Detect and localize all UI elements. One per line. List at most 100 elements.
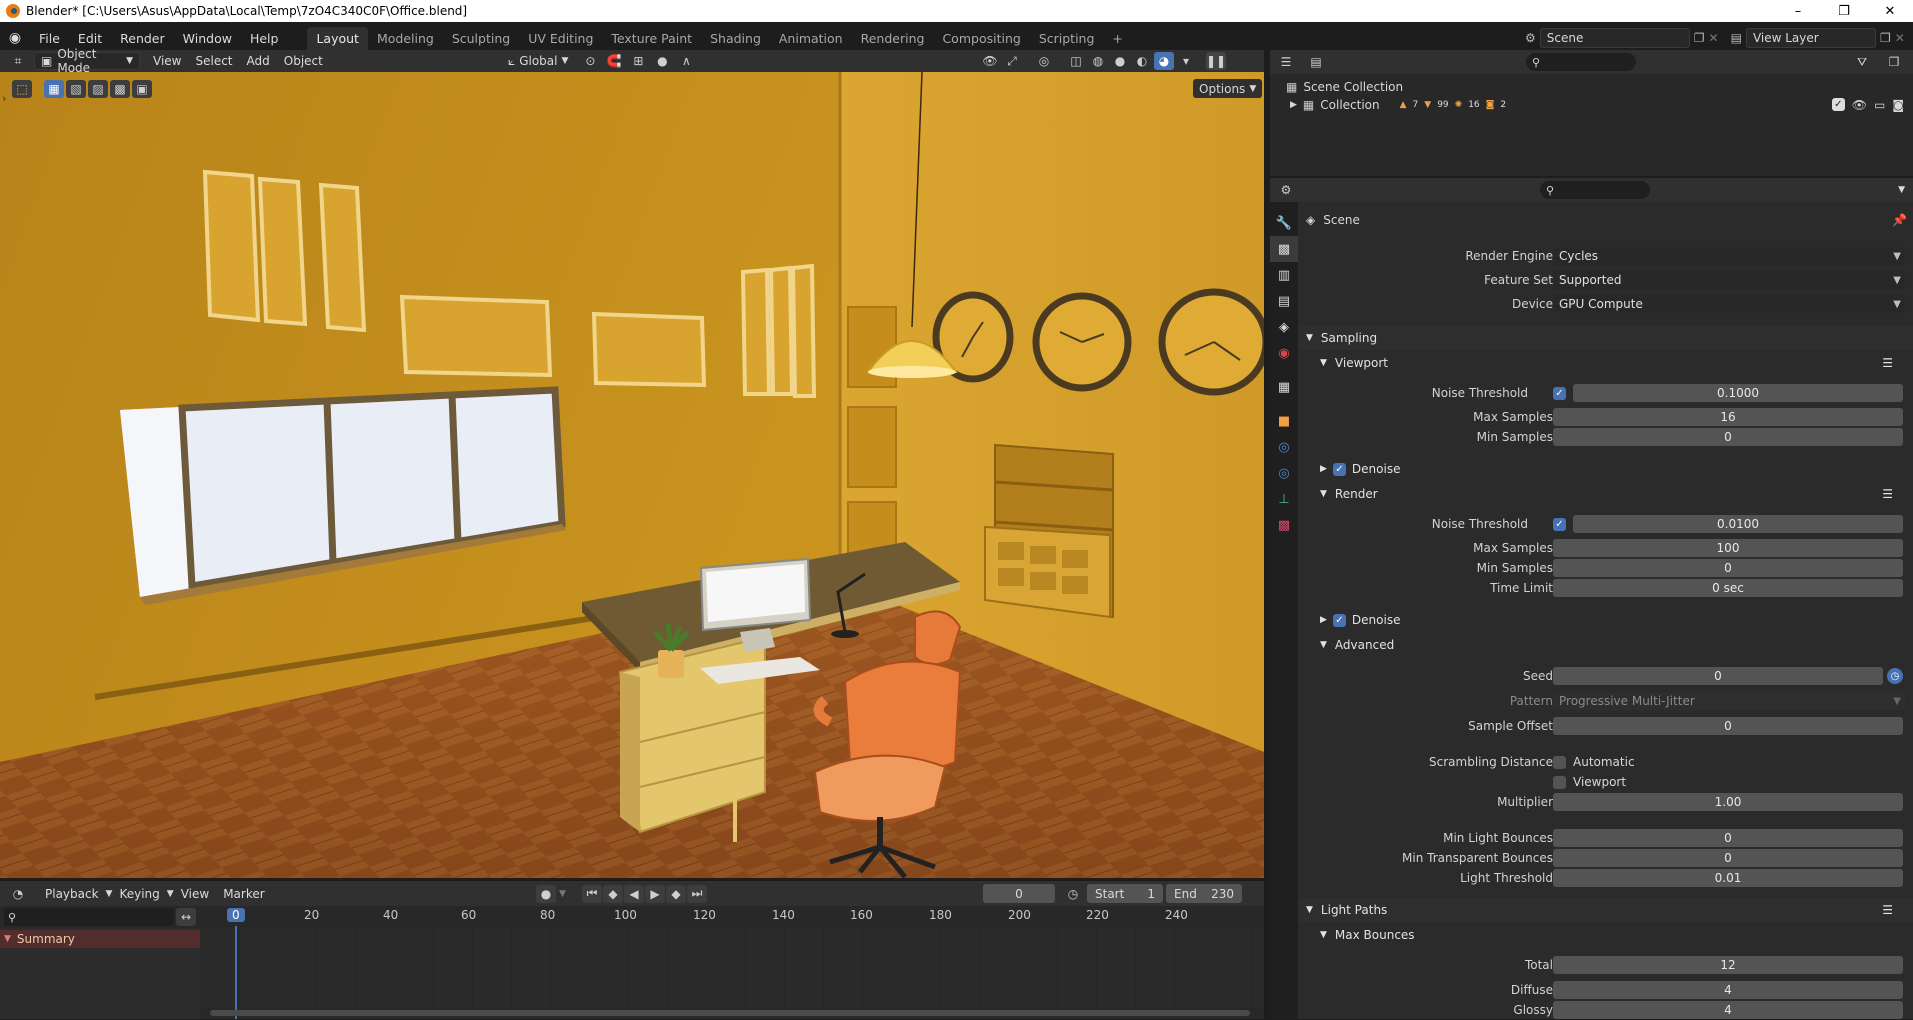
- r-min-samples-field[interactable]: 0: [1553, 559, 1903, 577]
- tab-compositing[interactable]: Compositing: [933, 27, 1029, 50]
- clock-icon[interactable]: ◷: [1887, 668, 1903, 684]
- menu-help[interactable]: Help: [241, 31, 288, 46]
- collection-tab-icon[interactable]: ▦: [1270, 374, 1298, 400]
- r-noise-threshold-checkbox[interactable]: ✓: [1553, 517, 1566, 531]
- viewport-subpanel-header[interactable]: ▼ Viewport ☰: [1298, 351, 1913, 375]
- snap-target-icon[interactable]: ⊞: [628, 52, 648, 70]
- tab-rendering[interactable]: Rendering: [852, 27, 934, 50]
- options-button[interactable]: Options ▼: [1193, 79, 1263, 98]
- render-engine-dropdown[interactable]: Cycles ▼: [1553, 247, 1905, 265]
- 3d-viewport[interactable]: ›: [0, 72, 1264, 878]
- snap-icon[interactable]: 🧲: [604, 52, 624, 70]
- tool-tab-icon[interactable]: 🔧: [1270, 210, 1298, 236]
- xray-icon[interactable]: ◫: [1066, 52, 1086, 70]
- swap-icon[interactable]: ↔: [176, 908, 196, 926]
- collection-row[interactable]: ▶ ▦ Collection ▲ 7 ▼ 99 ✺ 16 ◙ 2 ✓ 👁 ▭ ◙: [1290, 96, 1910, 114]
- vp-noise-threshold-checkbox[interactable]: ✓: [1553, 386, 1566, 400]
- jump-keyframe-back-icon[interactable]: ◆: [603, 884, 623, 903]
- remove-scene-icon[interactable]: ✕: [1709, 31, 1719, 45]
- automatic-checkbox[interactable]: [1553, 755, 1566, 769]
- tab-modeling[interactable]: Modeling: [368, 27, 443, 50]
- tab-texture-paint[interactable]: Texture Paint: [602, 27, 701, 50]
- object-tab-icon[interactable]: ■: [1270, 408, 1298, 434]
- viewport-checkbox[interactable]: [1553, 775, 1566, 789]
- tab-layout[interactable]: Layout: [307, 26, 368, 50]
- close-button[interactable]: ✕: [1867, 0, 1913, 22]
- scene-selector[interactable]: Scene: [1539, 28, 1690, 48]
- playhead[interactable]: [235, 926, 237, 1019]
- frame-ruler[interactable]: 0 20 40 60 80 100 120 140 160 180 200 22…: [200, 906, 1264, 928]
- menu-marker[interactable]: Marker: [216, 887, 271, 901]
- blender-menu-icon[interactable]: ◉: [0, 30, 30, 46]
- light-paths-panel-header[interactable]: ▼ Light Paths ☰: [1298, 898, 1913, 922]
- chevron-down-icon[interactable]: ▼: [1898, 185, 1905, 195]
- pivot-icon[interactable]: ⊙: [580, 52, 600, 70]
- jump-start-icon[interactable]: ⏮: [582, 884, 602, 903]
- start-frame-field[interactable]: Start 1: [1087, 884, 1163, 903]
- properties-search-field[interactable]: ⚲: [1540, 181, 1650, 199]
- tab-animation[interactable]: Animation: [770, 27, 852, 50]
- texture-tab-icon[interactable]: ▩: [1270, 512, 1298, 538]
- camera-render-icon[interactable]: ◙: [1892, 98, 1904, 112]
- pin-icon[interactable]: 📌: [1892, 213, 1907, 227]
- min-transparent-bounces-field[interactable]: 0: [1553, 849, 1903, 867]
- menu-add[interactable]: Add: [240, 54, 277, 68]
- menu-select[interactable]: Select: [188, 54, 239, 68]
- timeline-editor-icon[interactable]: ◔: [8, 885, 28, 903]
- vp-min-samples-field[interactable]: 0: [1553, 428, 1903, 446]
- collection-checkbox[interactable]: ✓: [1831, 98, 1845, 111]
- menu-edit[interactable]: Edit: [69, 31, 111, 46]
- select-tool-icon[interactable]: ⬚: [12, 80, 32, 98]
- menu-view[interactable]: View: [146, 54, 188, 68]
- sample-offset-field[interactable]: 0: [1553, 717, 1903, 735]
- world-tab-icon[interactable]: ◉: [1270, 340, 1298, 366]
- outliner-editor-icon[interactable]: ☰: [1276, 53, 1296, 71]
- proportional-edit-icon[interactable]: ●: [652, 52, 672, 70]
- summary-row[interactable]: ▼ Summary: [0, 930, 200, 948]
- jump-keyframe-forward-icon[interactable]: ◆: [666, 884, 686, 903]
- editor-type-icon[interactable]: ⌗: [8, 52, 28, 70]
- menu-view-timeline[interactable]: View: [174, 887, 216, 901]
- list-icon[interactable]: ☰: [1882, 903, 1893, 917]
- rendered-shading-icon[interactable]: ◕: [1154, 52, 1174, 70]
- select-intersect-icon[interactable]: ▣: [132, 80, 152, 98]
- select-subtract-icon[interactable]: ▨: [88, 80, 108, 98]
- gizmo-icon[interactable]: ⤢: [1002, 52, 1022, 70]
- new-collection-icon[interactable]: ❐: [1884, 53, 1904, 71]
- scene-tab-icon[interactable]: ◈: [1270, 314, 1298, 340]
- select-extend-icon[interactable]: ▧: [66, 80, 86, 98]
- render-subpanel-header[interactable]: ▼ Render ☰: [1298, 482, 1913, 506]
- pause-render-icon[interactable]: ❚❚: [1206, 52, 1226, 70]
- physics-tab-icon[interactable]: ◎: [1270, 460, 1298, 486]
- list-icon[interactable]: ☰: [1882, 356, 1893, 370]
- visibility-icon[interactable]: 👁: [980, 52, 1000, 70]
- multiplier-field[interactable]: 1.00: [1553, 793, 1903, 811]
- transform-orientation[interactable]: Global: [519, 54, 557, 68]
- timeline-search-field[interactable]: ⚲: [4, 908, 174, 926]
- tab-uv-editing[interactable]: UV Editing: [519, 27, 602, 50]
- menu-object[interactable]: Object: [277, 54, 330, 68]
- mode-selector[interactable]: ▣ Object Mode ▼: [34, 47, 140, 75]
- r-denoise-checkbox[interactable]: ✓: [1332, 613, 1346, 627]
- max-bounces-subpanel-header[interactable]: ▼ Max Bounces: [1298, 923, 1913, 947]
- solid-shading-icon[interactable]: ●: [1110, 52, 1130, 70]
- expand-arrow-icon[interactable]: ▶: [1290, 100, 1297, 110]
- sampling-panel-header[interactable]: ▼ Sampling: [1298, 326, 1913, 350]
- record-icon[interactable]: ●: [536, 884, 556, 903]
- properties-editor-icon[interactable]: ⚙: [1276, 181, 1296, 199]
- new-view-layer-icon[interactable]: ❐: [1880, 31, 1891, 45]
- menu-window[interactable]: Window: [174, 31, 241, 46]
- render-tab-icon[interactable]: ▩: [1270, 236, 1298, 262]
- tab-shading[interactable]: Shading: [701, 27, 770, 50]
- select-new-icon[interactable]: ▦: [44, 80, 64, 98]
- view-layer-selector[interactable]: View Layer: [1745, 28, 1876, 48]
- clock-icon[interactable]: ◷: [1063, 885, 1083, 903]
- falloff-icon[interactable]: ∧: [676, 52, 696, 70]
- vp-max-samples-field[interactable]: 16: [1553, 408, 1903, 426]
- new-scene-icon[interactable]: ❐: [1694, 31, 1705, 45]
- timeline-scrollbar[interactable]: [210, 1010, 1250, 1016]
- pattern-dropdown[interactable]: Progressive Multi-Jitter ▼: [1553, 692, 1905, 710]
- light-threshold-field[interactable]: 0.01: [1553, 869, 1903, 887]
- add-workspace-button[interactable]: +: [1103, 27, 1131, 50]
- select-invert-icon[interactable]: ▩: [110, 80, 130, 98]
